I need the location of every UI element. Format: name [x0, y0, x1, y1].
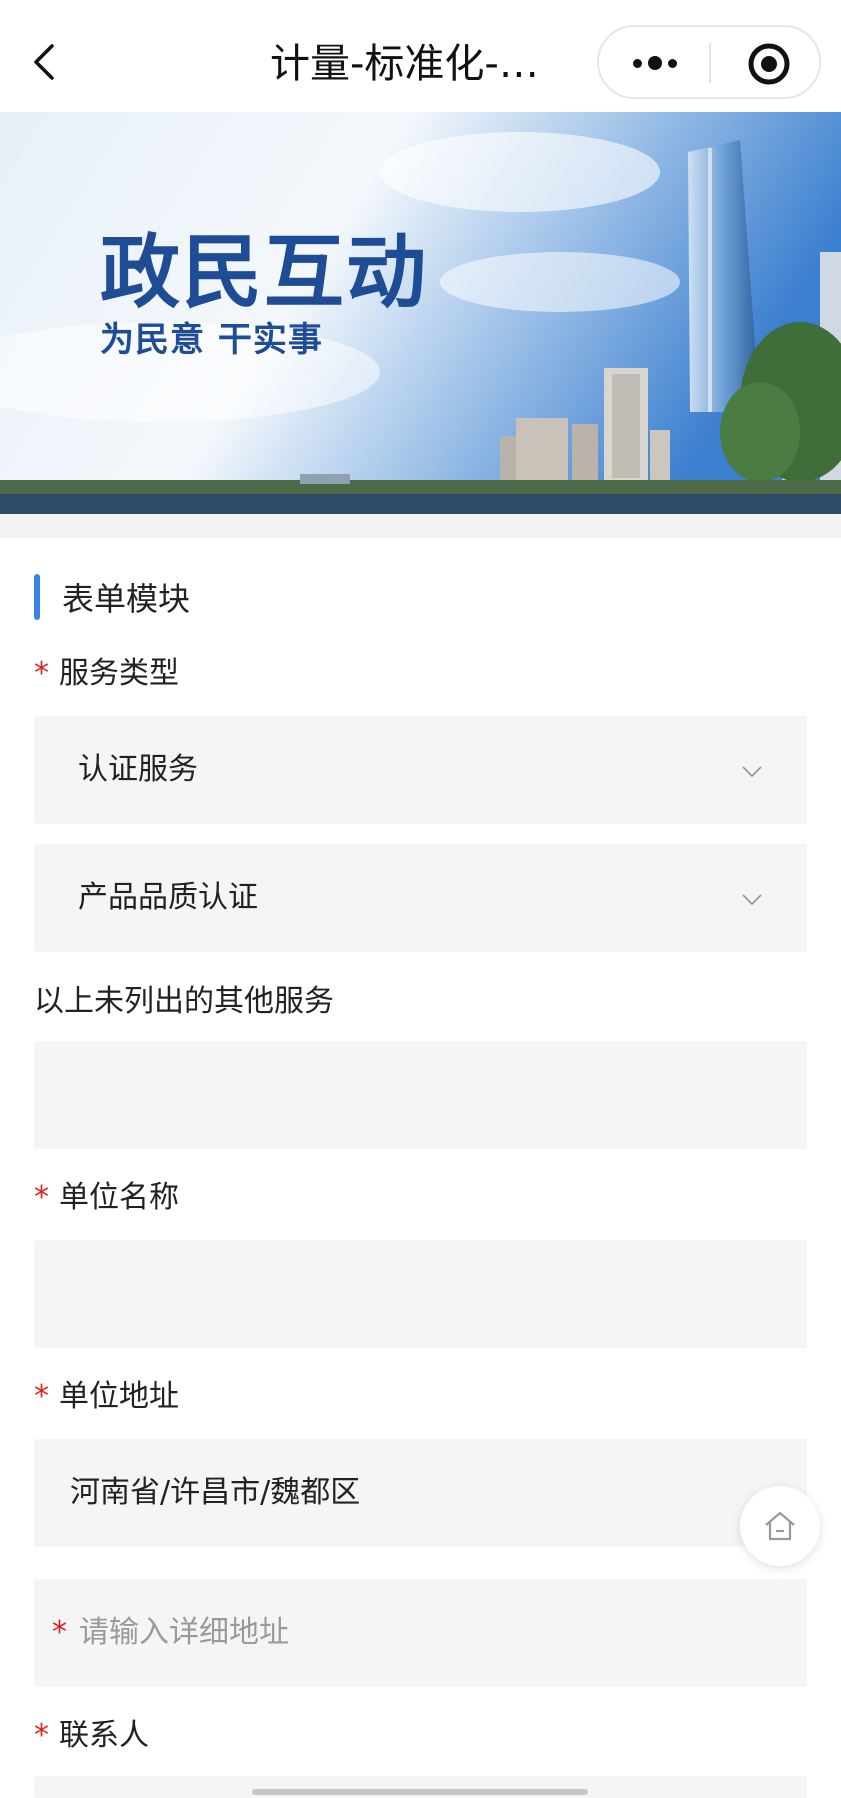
unit-address-label-text: 单位地址: [59, 1379, 179, 1414]
unit-name-label-text: 单位名称: [59, 1180, 179, 1215]
detail-address-input[interactable]: * 请输入详细地址: [34, 1579, 807, 1687]
section-accent-bar: [34, 574, 40, 620]
required-mark: *: [34, 1379, 49, 1414]
more-dots-icon: [633, 58, 642, 68]
service-subtype-select[interactable]: 产品品质认证: [34, 844, 807, 952]
detail-address-placeholder: * 请输入详细地址: [52, 1579, 289, 1687]
back-button[interactable]: [26, 36, 66, 88]
required-mark: *: [52, 1615, 67, 1650]
more-dot-center: [648, 56, 662, 70]
close-button[interactable]: [745, 40, 793, 88]
banner-subtitle: 为民意 干实事: [100, 320, 323, 360]
unit-name-input[interactable]: [34, 1240, 807, 1348]
mini-program-capsule: [597, 25, 821, 99]
required-mark: *: [34, 656, 49, 691]
required-mark: *: [34, 1180, 49, 1215]
banner-title: 政民互动: [100, 225, 428, 319]
other-service-input[interactable]: [34, 1041, 807, 1149]
back-arrow-icon: [34, 44, 54, 80]
unit-address-label: * 单位地址: [34, 1375, 179, 1419]
form-section-header: 表单模块: [34, 574, 190, 620]
contact-label: * 联系人: [34, 1714, 149, 1758]
more-dot-right: [668, 58, 677, 68]
home-icon: [765, 1511, 795, 1541]
required-mark: *: [34, 1718, 49, 1753]
more-button[interactable]: [619, 37, 691, 89]
target-close-icon: [748, 43, 790, 85]
region-picker[interactable]: 河南省/许昌市/魏都区: [34, 1439, 807, 1547]
service-type-label-text: 服务类型: [59, 656, 179, 691]
region-value: 河南省/许昌市/魏都区: [70, 1475, 361, 1510]
section-divider: [0, 514, 841, 538]
unit-name-label: * 单位名称: [34, 1176, 179, 1220]
service-type-value: 认证服务: [78, 752, 198, 787]
chevron-down-icon: [742, 894, 762, 906]
contact-label-text: 联系人: [59, 1718, 149, 1753]
chevron-down-icon: [742, 766, 762, 778]
home-indicator: [252, 1789, 588, 1795]
capsule-divider: [709, 43, 711, 83]
service-subtype-value: 产品品质认证: [78, 880, 258, 915]
service-type-label: * 服务类型: [34, 652, 179, 696]
banner: 政民互动 为民意 干实事: [0, 112, 841, 514]
page-title: 计量-标准化-…: [270, 41, 539, 87]
detail-address-placeholder-text: 请输入详细地址: [79, 1615, 289, 1650]
service-type-select[interactable]: 认证服务: [34, 716, 807, 824]
home-button[interactable]: [740, 1486, 820, 1566]
nav-bar: 计量-标准化-…: [0, 0, 841, 112]
section-title: 表单模块: [62, 580, 191, 618]
other-service-label: 以上未列出的其他服务: [34, 984, 334, 1019]
